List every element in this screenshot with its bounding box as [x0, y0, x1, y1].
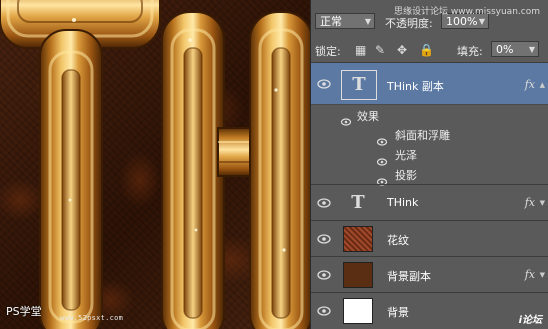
blend-mode-select[interactable]: 正常 ▼	[315, 13, 375, 29]
brown-thumbnail	[343, 262, 373, 288]
lock-position-move-icon[interactable]: ✥	[397, 43, 407, 57]
chevron-up-icon[interactable]: ▲	[540, 81, 545, 89]
chevron-down-icon[interactable]: ▼	[540, 199, 545, 207]
bottom-watermark: i论坛	[518, 315, 542, 326]
letter-t	[0, 0, 161, 329]
lock-transparent-icon[interactable]: ▦	[355, 43, 366, 57]
layers-panel: 正常 ▼ 不透明度: 100% ▼ 锁定: ▦ ✎ ✥ 🔒 填充: 0% ▼ T…	[310, 0, 548, 329]
effect-drop-shadow[interactable]: 投影	[395, 167, 417, 183]
site-watermark: 思缘设计论坛 www.missyuan.com	[394, 7, 540, 17]
fx-icon[interactable]: fx	[525, 78, 535, 91]
effect-bevel-emboss[interactable]: 斜面和浮雕	[395, 127, 450, 143]
letter-h	[161, 11, 310, 329]
fx-icon[interactable]: fx	[525, 196, 535, 209]
eye-icon[interactable]	[376, 131, 388, 146]
layer-name[interactable]: THink 副本	[387, 78, 444, 94]
blend-mode-value: 正常	[320, 15, 342, 28]
layer-row-think-copy[interactable]: T THink 副本 fx ▲	[311, 62, 548, 104]
eye-icon[interactable]	[317, 234, 331, 244]
fill-label: 填充:	[457, 45, 483, 58]
canvas-watermark: PS学堂	[6, 305, 42, 318]
eye-icon[interactable]	[317, 306, 331, 316]
eye-icon[interactable]	[340, 111, 352, 126]
white-thumbnail	[343, 298, 373, 324]
canvas-watermark-url: www.52psxt.com	[60, 314, 124, 322]
effect-satin[interactable]: 光泽	[395, 147, 417, 163]
gold-text-artwork	[0, 0, 310, 329]
opacity-label: 不透明度:	[385, 17, 433, 30]
lock-image-brush-icon[interactable]: ✎	[375, 43, 385, 57]
effects-label: 效果	[357, 110, 379, 123]
layer-row-background[interactable]: 背景	[311, 292, 548, 329]
layer-row-background-copy[interactable]: 背景副本 fx ▼	[311, 256, 548, 292]
layer-row-pattern[interactable]: 花纹	[311, 220, 548, 256]
fill-field[interactable]: 0% ▼	[491, 41, 539, 57]
eye-icon[interactable]	[317, 270, 331, 280]
fx-icon[interactable]: fx	[525, 268, 535, 281]
layer-row-think[interactable]: T THink fx ▼	[311, 184, 548, 220]
eye-icon[interactable]	[317, 79, 331, 89]
layer-effects-group: 效果 斜面和浮雕 光泽 投影	[311, 104, 548, 186]
chevron-down-icon[interactable]: ▼	[540, 271, 545, 279]
eye-icon[interactable]	[317, 198, 331, 208]
text-layer-thumb-icon: T	[341, 70, 377, 100]
fill-value: 0%	[496, 43, 514, 56]
layer-name[interactable]: THink	[387, 196, 418, 209]
chevron-down-icon[interactable]: ▼	[529, 42, 535, 57]
layer-name[interactable]: 背景副本	[387, 268, 431, 284]
lock-label: 锁定:	[315, 45, 341, 58]
pattern-thumbnail	[343, 226, 373, 252]
eye-icon[interactable]	[376, 151, 388, 166]
text-layer-thumb-icon: T	[351, 192, 365, 213]
chevron-down-icon: ▼	[364, 17, 371, 26]
lock-all-icon[interactable]: 🔒	[419, 43, 434, 57]
layer-name[interactable]: 花纹	[387, 232, 409, 248]
eye-icon[interactable]	[376, 171, 388, 186]
document-canvas[interactable]: PS学堂 www.52psxt.com	[0, 0, 310, 329]
layer-name[interactable]: 背景	[387, 304, 409, 320]
